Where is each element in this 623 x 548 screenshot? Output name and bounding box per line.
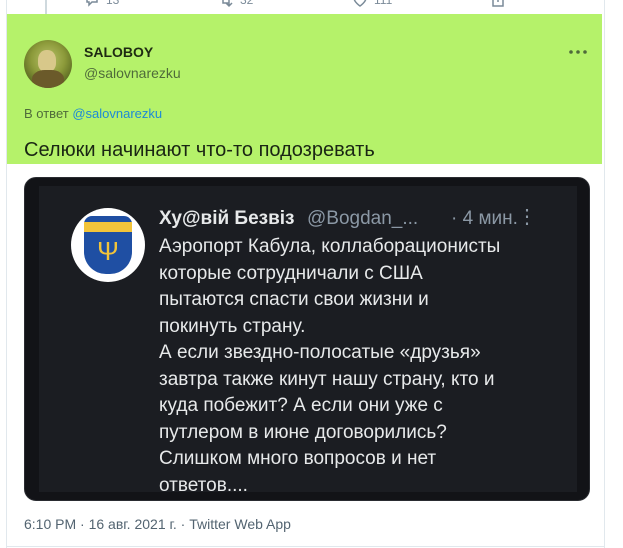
embedded-text-line: завтра также кинут нашу страну, кто и xyxy=(159,368,495,390)
embedded-author-name: Ху@вій Безвіз xyxy=(159,208,295,229)
reply-prefix: В ответ xyxy=(24,106,69,121)
tweet-time-link[interactable]: 6:10 PM xyxy=(24,516,76,532)
meta-separator: · xyxy=(76,516,89,532)
tweet-meta: 6:10 PM · 16 авг. 2021 г. · Twitter Web … xyxy=(24,516,291,532)
reply-icon[interactable] xyxy=(84,0,100,8)
timeline-right-border xyxy=(604,0,605,548)
embedded-text-line: покинуть страну. xyxy=(159,315,306,337)
maidan-badge-icon: Ψ xyxy=(84,216,132,274)
like-count: 111 xyxy=(374,0,393,7)
reply-to-line: В ответ @salovnarezku xyxy=(24,106,162,121)
embedded-tweet-screenshot: Ψ Ху@вій Безвіз @Bogdan_... · 4 мин. ⋮ А… xyxy=(39,186,577,496)
reply-count: 13 xyxy=(106,0,120,7)
tweet-media-image[interactable]: Ψ Ху@вій Безвіз @Bogdan_... · 4 мин. ⋮ А… xyxy=(24,177,590,501)
share-icon[interactable] xyxy=(490,0,506,8)
user-handle[interactable]: @salovnarezku xyxy=(84,65,181,81)
embedded-tweet-text: Аэропорт Кабула, коллаборационисты котор… xyxy=(159,234,559,499)
previous-tweet-actions: 13 32 111 xyxy=(0,0,623,14)
divider xyxy=(7,546,604,547)
source-app-link[interactable]: Twitter Web App xyxy=(189,516,291,532)
embedded-text-line: Аэропорт Кабула, коллаборационисты xyxy=(159,236,501,257)
tweet-date-link[interactable]: 16 авг. 2021 г. xyxy=(89,516,177,532)
meta-separator: · xyxy=(176,516,190,532)
reply-mention-link[interactable]: @salovnarezku xyxy=(72,106,162,121)
embedded-text-line: ответов.... xyxy=(159,474,248,496)
embedded-text-line: куда побежит? А если они уже с xyxy=(159,395,443,416)
embedded-time: · 4 мин. xyxy=(451,208,518,229)
more-horizontal-icon[interactable] xyxy=(568,42,592,58)
retweet-count: 32 xyxy=(240,0,254,7)
like-icon[interactable] xyxy=(352,0,368,8)
embedded-author-handle: @Bogdan_... xyxy=(307,208,419,229)
embedded-text-line: путлером в июне договорились? xyxy=(159,421,447,443)
avatar-face xyxy=(38,50,56,72)
display-name[interactable]: SALOBOY xyxy=(84,44,153,60)
embedded-avatar: Ψ xyxy=(71,208,145,282)
embedded-text-line: пытаются спасти свои жизни и xyxy=(159,289,429,310)
retweet-icon[interactable] xyxy=(218,0,234,8)
avatar[interactable] xyxy=(24,40,72,88)
embedded-text-line: Слишком много вопросов и нет xyxy=(159,448,437,469)
tweet-text: Селюки начинают что-то подозревать xyxy=(24,139,375,161)
embedded-text-line: которые сотрудничали с США xyxy=(159,262,423,284)
embedded-text-line: А если звездно-полосатые «друзья» xyxy=(159,342,481,363)
avatar-body xyxy=(32,70,64,88)
embedded-more-vertical-icon: ⋮ xyxy=(517,206,537,228)
trident-icon: Ψ xyxy=(97,236,119,266)
